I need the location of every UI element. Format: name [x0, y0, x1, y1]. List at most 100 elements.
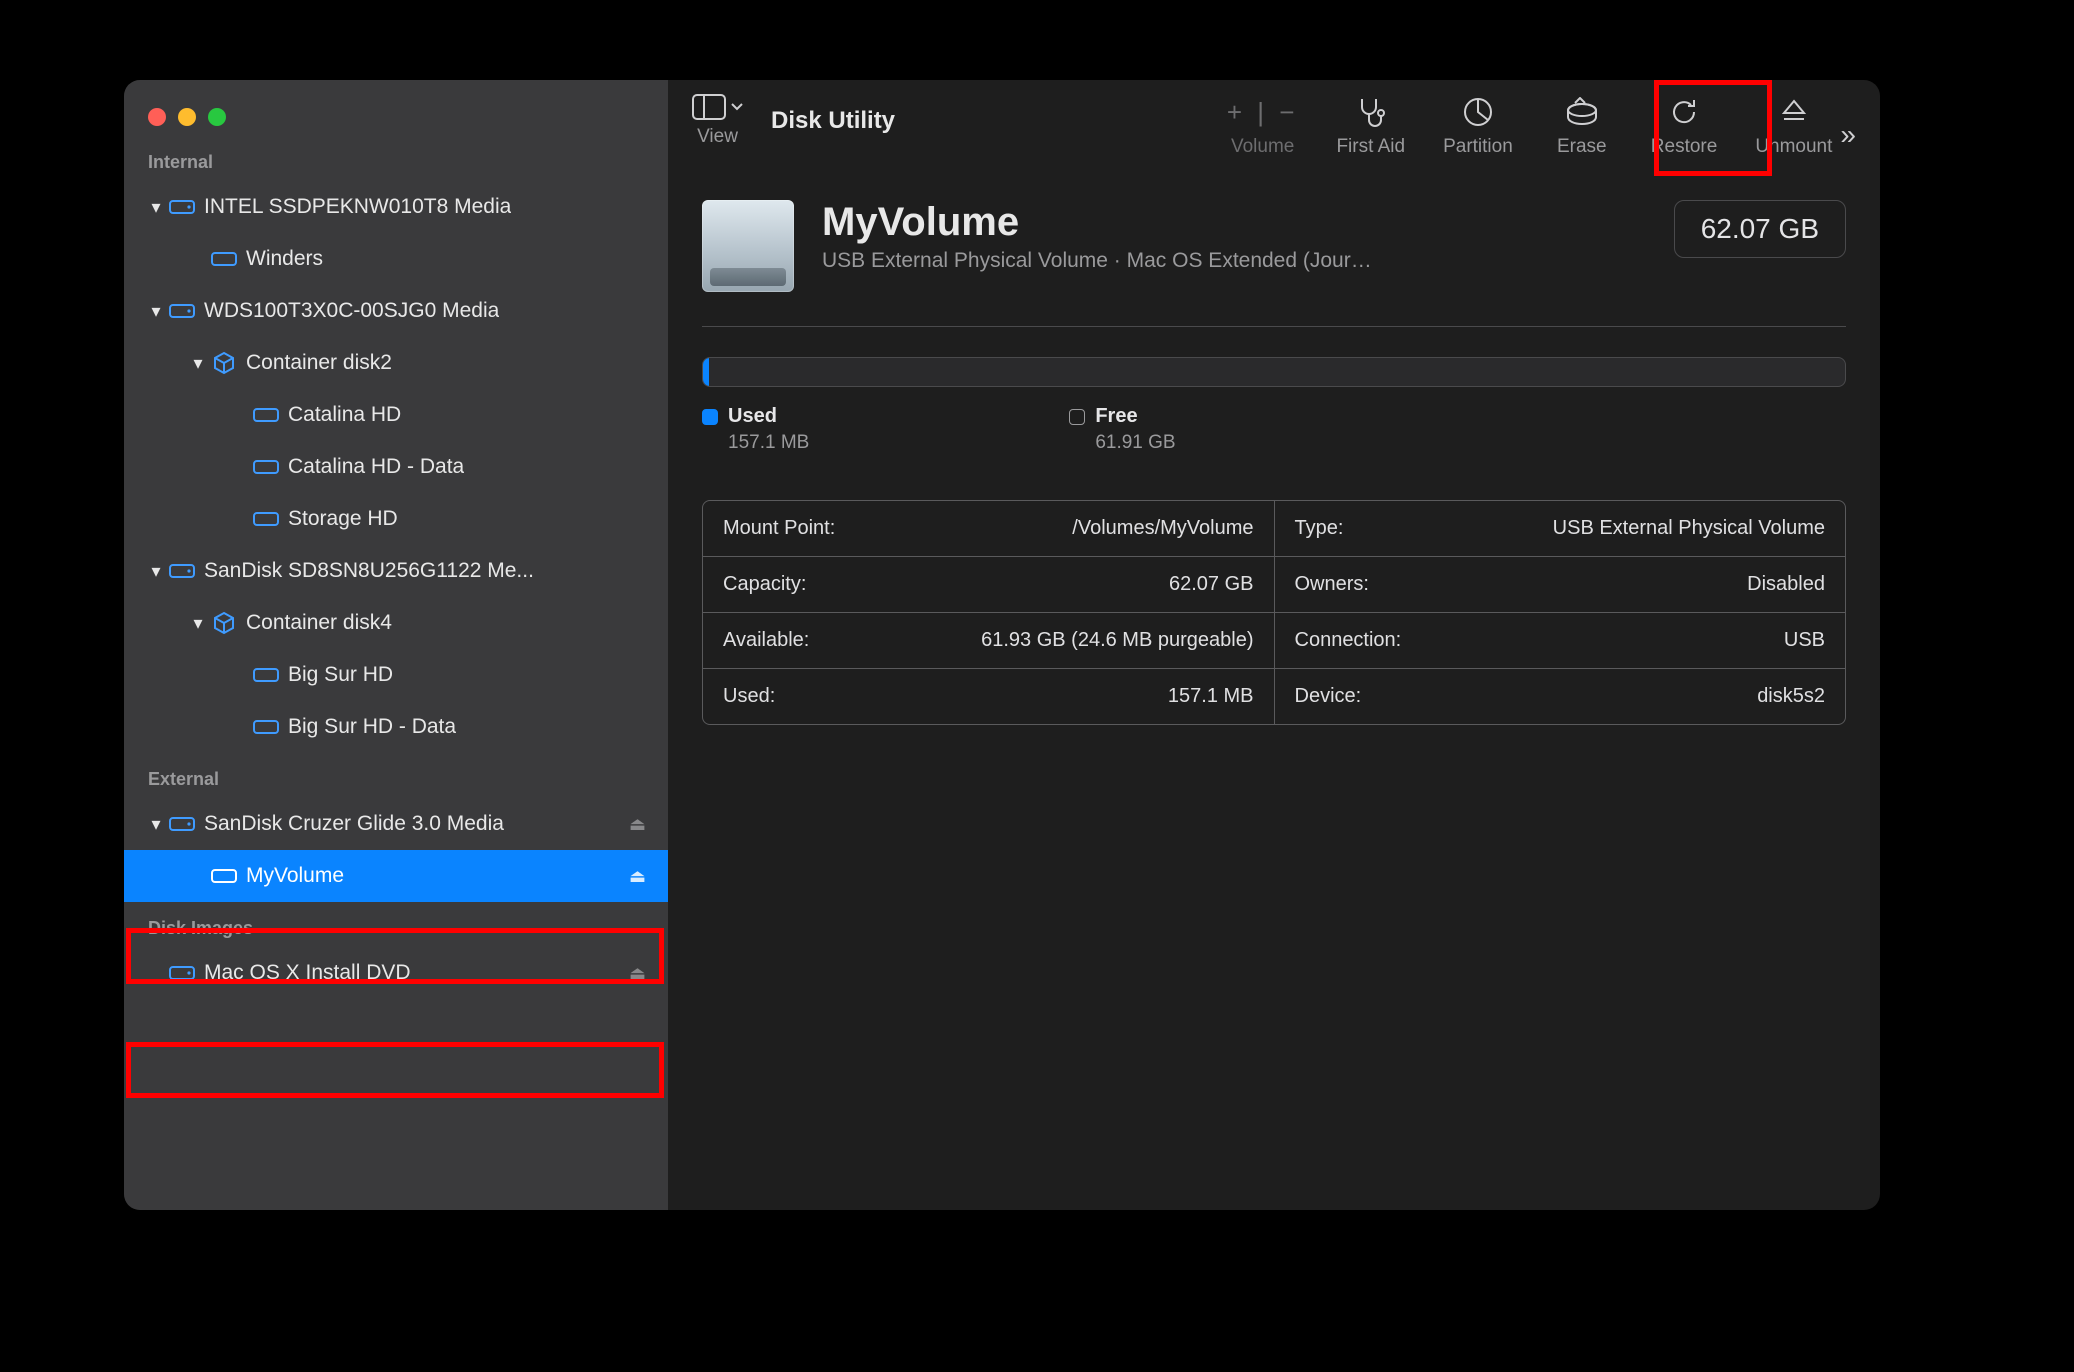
volume-item[interactable]: Big Sur HD - Data — [124, 701, 668, 753]
more-icon[interactable]: » — [1840, 119, 1856, 151]
volume-icon — [250, 457, 282, 477]
disk-icon — [166, 197, 198, 217]
info-row: Used:157.1 MB — [703, 668, 1274, 724]
info-value: USB External Physical Volume — [1553, 517, 1825, 540]
tree-internal: INTEL SSDPEKNW010T8 Media Winders WDS100… — [124, 181, 668, 753]
info-row: Capacity: 62.07 GB — [703, 556, 1274, 612]
chevron-down-icon[interactable] — [146, 561, 166, 582]
disk-item[interactable]: INTEL SSDPEKNW010T8 Media — [124, 181, 668, 233]
volume-icon — [250, 717, 282, 737]
disk-icon — [166, 814, 198, 834]
volume-item[interactable]: Big Sur HD — [124, 649, 668, 701]
unmount-button[interactable]: Unmount — [1755, 94, 1832, 158]
usage-bar — [702, 357, 1846, 387]
erase-icon — [1564, 94, 1600, 130]
erase-button[interactable]: Erase — [1551, 94, 1613, 158]
tree-diskimages: Mac OS X Install DVD ⏏ — [124, 947, 668, 999]
chevron-down-icon — [731, 102, 743, 112]
info-row: Available:61.93 GB (24.6 MB purgeable) — [703, 612, 1274, 668]
eject-icon[interactable]: ⏏ — [629, 866, 646, 887]
erase-label: Erase — [1557, 136, 1607, 158]
volume-name: MyVolume — [822, 200, 1372, 245]
volume-item[interactable]: Catalina HD - Data — [124, 441, 668, 493]
sidebar: Internal INTEL SSDPEKNW010T8 Media Winde… — [124, 80, 668, 1210]
swatch-used — [702, 409, 718, 425]
disk-item[interactable]: SanDisk SD8SN8U256G1122 Me... — [124, 545, 668, 597]
volume-label: Big Sur HD - Data — [282, 715, 456, 739]
disk-icon — [166, 963, 198, 983]
close-button[interactable] — [148, 108, 166, 126]
volume-icon — [208, 249, 240, 269]
disk-label: SanDisk Cruzer Glide 3.0 Media — [198, 812, 504, 836]
volume-item-myvolume[interactable]: MyVolume ⏏ — [124, 850, 668, 902]
info-row: Mount Point: /Volumes/MyVolume — [703, 501, 1274, 556]
sidebar-view-icon — [692, 94, 743, 120]
eject-icon[interactable]: ⏏ — [629, 963, 646, 984]
chevron-down-icon[interactable] — [146, 197, 166, 218]
view-button[interactable]: View — [692, 94, 743, 148]
restore-icon — [1668, 94, 1700, 130]
legend-free: Free 61.91 GB — [1069, 405, 1175, 454]
info-row: Owners:Disabled — [1275, 556, 1846, 612]
disk-item[interactable]: WDS100T3X0C-00SJG0 Media — [124, 285, 668, 337]
container-item[interactable]: Container disk4 — [124, 597, 668, 649]
chevron-down-icon[interactable] — [188, 353, 208, 374]
chevron-down-icon[interactable] — [146, 301, 166, 322]
free-value: 61.91 GB — [1069, 432, 1175, 454]
volume-label: Winders — [240, 247, 323, 271]
restore-label: Restore — [1651, 136, 1718, 158]
eject-icon[interactable]: ⏏ — [629, 814, 646, 835]
minimize-button[interactable] — [178, 108, 196, 126]
used-value: 157.1 MB — [702, 432, 809, 454]
disk-icon — [166, 561, 198, 581]
info-value: /Volumes/MyVolume — [1072, 517, 1253, 540]
partition-label: Partition — [1443, 136, 1513, 158]
toolbar: View Disk Utility + | − Volume First Aid — [668, 80, 1880, 176]
volume-label: Catalina HD — [282, 403, 401, 427]
volume-item[interactable]: Winders — [124, 233, 668, 285]
info-key: Available: — [723, 629, 809, 652]
volume-header: MyVolume USB External Physical Volume · … — [702, 200, 1846, 292]
volume-label: Storage HD — [282, 507, 398, 531]
app-title: Disk Utility — [771, 107, 895, 135]
info-key: Mount Point: — [723, 517, 835, 540]
volume-icon — [208, 866, 240, 886]
partition-button[interactable]: Partition — [1443, 94, 1513, 158]
info-col-right: Type: USB External Physical Volume Owners… — [1274, 501, 1846, 724]
disk-item[interactable]: SanDisk Cruzer Glide 3.0 Media ⏏ — [124, 798, 668, 850]
info-key: Type: — [1295, 517, 1344, 540]
annotation-highlight — [126, 1042, 664, 1098]
diskimage-item[interactable]: Mac OS X Install DVD ⏏ — [124, 947, 668, 999]
disk-utility-window: Internal INTEL SSDPEKNW010T8 Media Winde… — [124, 80, 1880, 1210]
volume-item[interactable]: Storage HD — [124, 493, 668, 545]
info-key: Device: — [1295, 685, 1362, 708]
chevron-down-icon[interactable] — [146, 814, 166, 835]
volume-size: 62.07 GB — [1674, 200, 1846, 258]
section-internal: Internal — [124, 136, 668, 181]
chevron-down-icon[interactable] — [188, 613, 208, 634]
volume-label: Big Sur HD — [282, 663, 393, 687]
main-content: View Disk Utility + | − Volume First Aid — [668, 80, 1880, 1210]
volume-label: MyVolume — [240, 864, 344, 888]
container-icon — [208, 351, 240, 375]
restore-button[interactable]: Restore — [1651, 94, 1718, 158]
view-label: View — [697, 126, 738, 148]
container-item[interactable]: Container disk2 — [124, 337, 668, 389]
disk-label: INTEL SSDPEKNW010T8 Media — [198, 195, 511, 219]
container-icon — [208, 611, 240, 635]
volume-icon — [250, 509, 282, 529]
info-key: Capacity: — [723, 573, 806, 596]
disk-label: SanDisk SD8SN8U256G1122 Me... — [198, 559, 534, 583]
info-value: 62.07 GB — [1169, 573, 1254, 596]
maximize-button[interactable] — [208, 108, 226, 126]
info-row: Connection:USB — [1275, 612, 1846, 668]
diskimage-label: Mac OS X Install DVD — [198, 961, 411, 985]
divider — [702, 326, 1846, 327]
volume-item[interactable]: Catalina HD — [124, 389, 668, 441]
container-label: Container disk4 — [240, 611, 392, 635]
volume-label: Catalina HD - Data — [282, 455, 464, 479]
section-external: External — [124, 753, 668, 798]
external-drive-icon — [702, 200, 794, 292]
first-aid-button[interactable]: First Aid — [1336, 94, 1405, 158]
info-value: disk5s2 — [1757, 685, 1825, 708]
